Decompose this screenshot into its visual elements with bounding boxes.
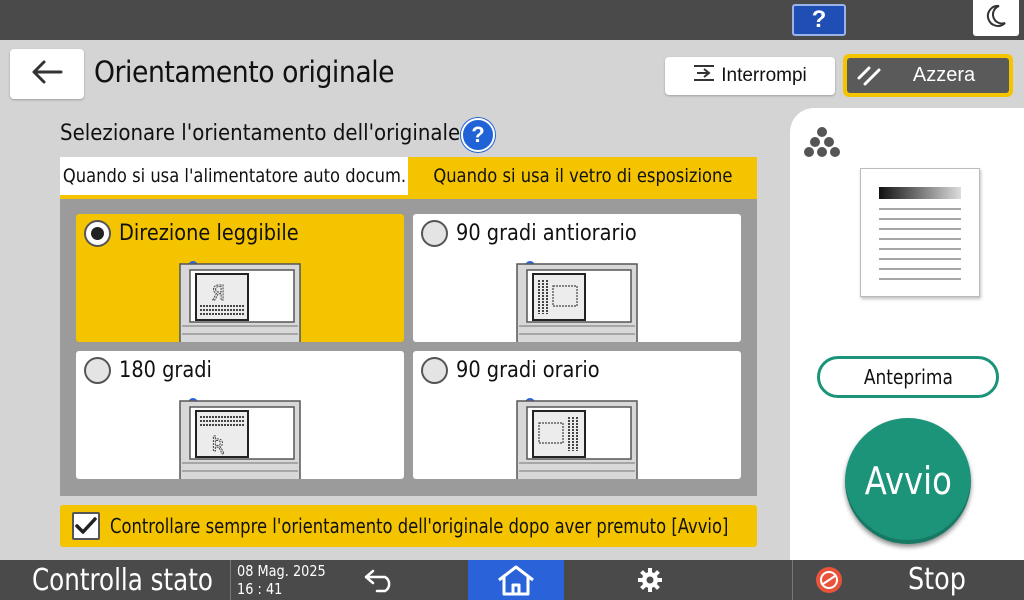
option-label: 90 gradi antiorario <box>456 221 637 246</box>
check-status-label: Controlla stato <box>32 562 213 598</box>
help-icon[interactable]: ? <box>461 118 495 152</box>
start-button[interactable]: Avvio <box>845 418 971 544</box>
svg-text:Ʀ: Ʀ <box>212 432 225 456</box>
gear-icon <box>638 568 662 592</box>
stop-icon <box>815 566 843 599</box>
option-label: 180 gradi <box>119 358 212 383</box>
top-status-bar: ? <box>0 0 1024 40</box>
radio-90-ccw[interactable] <box>421 220 448 247</box>
always-check-orientation-option[interactable]: Controllare sempre l'orientamento dell'o… <box>60 505 757 547</box>
always-check-orientation-checkbox[interactable] <box>72 512 100 540</box>
svg-text:Я: Я <box>212 281 224 305</box>
tab-adf-label: Quando si usa l'alimentatore auto docum. <box>62 165 406 187</box>
option-90-cw[interactable]: 90 gradi orario <box>413 351 741 479</box>
interrupt-button[interactable]: Interrompi <box>665 57 835 95</box>
tab-exposure-glass-label: Quando si usa il vetro di esposizione <box>432 165 733 187</box>
arrow-left-icon <box>31 59 63 90</box>
radio-180[interactable] <box>84 357 111 384</box>
home-icon <box>498 565 534 596</box>
option-readable-direction[interactable]: Direzione leggibile Я <box>76 214 404 342</box>
date: 08 Mag. 2025 <box>237 562 326 580</box>
instruction-text: Selezionare l'orientamento dell'original… <box>60 121 467 146</box>
settings-button[interactable] <box>620 560 680 600</box>
page-title: Orientamento originale <box>94 55 395 89</box>
time: 16 : 41 <box>237 580 283 598</box>
always-check-orientation-label: Controllare sempre l'orientamento dell'o… <box>110 514 729 538</box>
interrupt-label: Interrompi <box>721 65 807 86</box>
radio-readable-direction[interactable] <box>84 220 111 247</box>
stop-label: Stop <box>908 562 966 597</box>
preview-label: Anteprima <box>863 365 953 389</box>
option-180[interactable]: 180 gradi Ʀ <box>76 351 404 479</box>
return-button[interactable] <box>350 560 410 600</box>
check-status-button[interactable]: Controlla stato <box>0 560 230 600</box>
scanner-readable-icon: Я <box>179 261 301 342</box>
moon-icon <box>985 4 1007 33</box>
reset-button[interactable]: Azzera <box>843 54 1013 97</box>
reset-icon <box>847 66 891 86</box>
back-button[interactable] <box>10 49 84 99</box>
radio-90-cw[interactable] <box>421 357 448 384</box>
checkmark-icon <box>75 517 97 534</box>
toner-dots-icon <box>804 127 840 157</box>
scanner-90-cw-icon <box>516 398 638 479</box>
energy-saver-button[interactable] <box>973 0 1019 36</box>
return-arrow-icon <box>364 569 391 593</box>
tab-exposure-glass[interactable]: Quando si usa il vetro di esposizione <box>408 157 757 195</box>
tab-adf[interactable]: Quando si usa l'alimentatore auto docum. <box>60 157 408 195</box>
bottom-bar: Controlla stato 08 Mag. 2025 16 : 41 Sto… <box>0 560 1024 600</box>
scanner-180-icon: Ʀ <box>179 398 301 479</box>
start-label: Avvio <box>864 459 952 503</box>
option-label: 90 gradi orario <box>456 358 600 383</box>
preview-button[interactable]: Anteprima <box>817 356 999 398</box>
home-button[interactable] <box>468 560 564 600</box>
help-button[interactable]: ? <box>792 4 846 36</box>
option-90-ccw[interactable]: 90 gradi antiorario <box>413 214 741 342</box>
scanner-90-ccw-icon <box>516 261 638 342</box>
option-label: Direzione leggibile <box>119 221 299 246</box>
reset-label: Azzera <box>912 64 976 86</box>
interrupt-icon <box>693 63 715 89</box>
date-time: 08 Mag. 2025 16 : 41 <box>230 560 330 600</box>
orientation-options-panel: Direzione leggibile Я 90 gradi antiorari… <box>60 199 757 496</box>
stop-button[interactable]: Stop <box>792 560 1024 600</box>
document-thumbnail <box>860 168 980 297</box>
